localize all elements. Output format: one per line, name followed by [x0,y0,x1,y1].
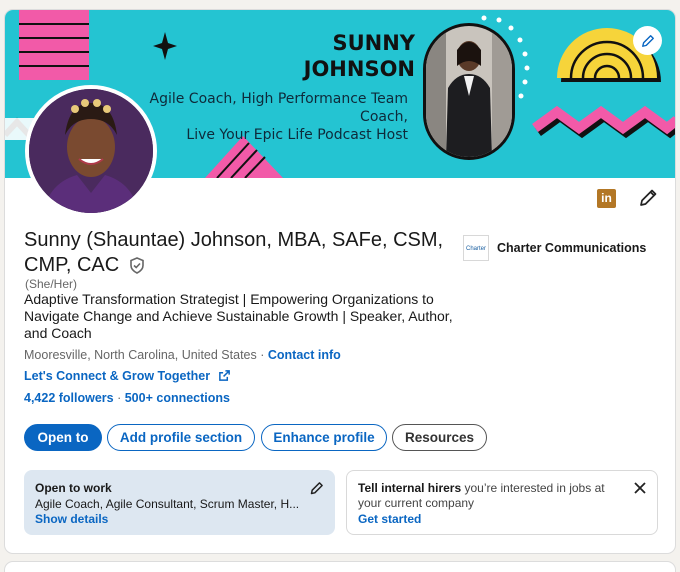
pronouns: (She/Her) [25,277,78,291]
edit-intro-button[interactable] [637,187,659,209]
banner-photo [423,23,515,160]
connections-link[interactable]: 500+ connections [125,391,230,405]
show-details-link[interactable]: Show details [35,512,324,526]
followers-link[interactable]: 4,422 followers [24,391,114,405]
close-icon [634,482,646,494]
current-company[interactable]: Charter Charter Communications [463,235,646,261]
company-logo: Charter [463,235,489,261]
connections-separator: · [113,391,125,405]
internal-hirers-text: Tell internal hirers you’re interested i… [358,481,618,511]
banner-tagline: Agile Coach, High Performance Team Coach… [123,90,409,144]
internal-hirers-bold: Tell internal hirers [358,481,462,495]
profile-headline: Adaptive Transformation Strategist | Emp… [24,291,453,341]
open-to-work-roles: Agile Coach, Agile Consultant, Scrum Mas… [35,497,300,511]
edit-open-to-work-button[interactable] [309,480,325,501]
location-separator: · [256,348,268,362]
add-profile-section-button[interactable]: Add profile section [107,424,255,451]
open-to-work-card: Open to work Agile Coach, Agile Consulta… [24,470,335,535]
open-to-button[interactable]: Open to [24,424,102,451]
contact-info-link[interactable]: Contact info [268,348,341,362]
banner-name-line2: JOHNSON [303,57,415,81]
dismiss-button[interactable] [633,481,647,500]
banner-tagline-line1: Agile Coach, High Performance Team Coach… [149,91,409,125]
verified-shield-icon[interactable] [129,256,145,281]
profile-name-block: Sunny (Shauntae) Johnson, MBA, SAFe, CSM… [24,228,454,281]
network-stats: 4,422 followers · 500+ connections [24,391,230,405]
external-link-icon [218,369,231,385]
location-text: Mooresville, North Carolina, United Stat… [24,348,257,362]
banner-tagline-line2: Live Your Epic Life Podcast Host [186,127,408,143]
next-section-card [4,561,676,572]
get-started-link[interactable]: Get started [358,512,646,526]
profile-avatar[interactable] [25,85,157,217]
location-line: Mooresville, North Carolina, United Stat… [24,348,341,362]
pencil-icon [641,34,654,47]
edit-banner-button[interactable] [633,26,662,55]
profile-name: Sunny (Shauntae) Johnson, MBA, SAFe, CSM… [24,229,444,276]
open-to-work-title: Open to work [35,481,112,495]
website-link[interactable]: Let's Connect & Grow Together [24,369,231,385]
banner-name-line1: SUNNY [332,31,415,55]
pencil-icon [310,482,323,495]
linkedin-badge-icon[interactable]: in [597,189,616,208]
company-name: Charter Communications [497,241,647,255]
resources-button[interactable]: Resources [392,424,487,451]
enhance-profile-button[interactable]: Enhance profile [261,424,387,451]
banner-name: SUNNY JOHNSON [285,30,415,82]
profile-card: SUNNY JOHNSON Agile Coach, High Performa… [4,9,676,554]
website-label: Let's Connect & Grow Together [24,369,211,383]
internal-hirers-card: Tell internal hirers you’re interested i… [346,470,658,535]
pencil-icon [640,189,657,206]
